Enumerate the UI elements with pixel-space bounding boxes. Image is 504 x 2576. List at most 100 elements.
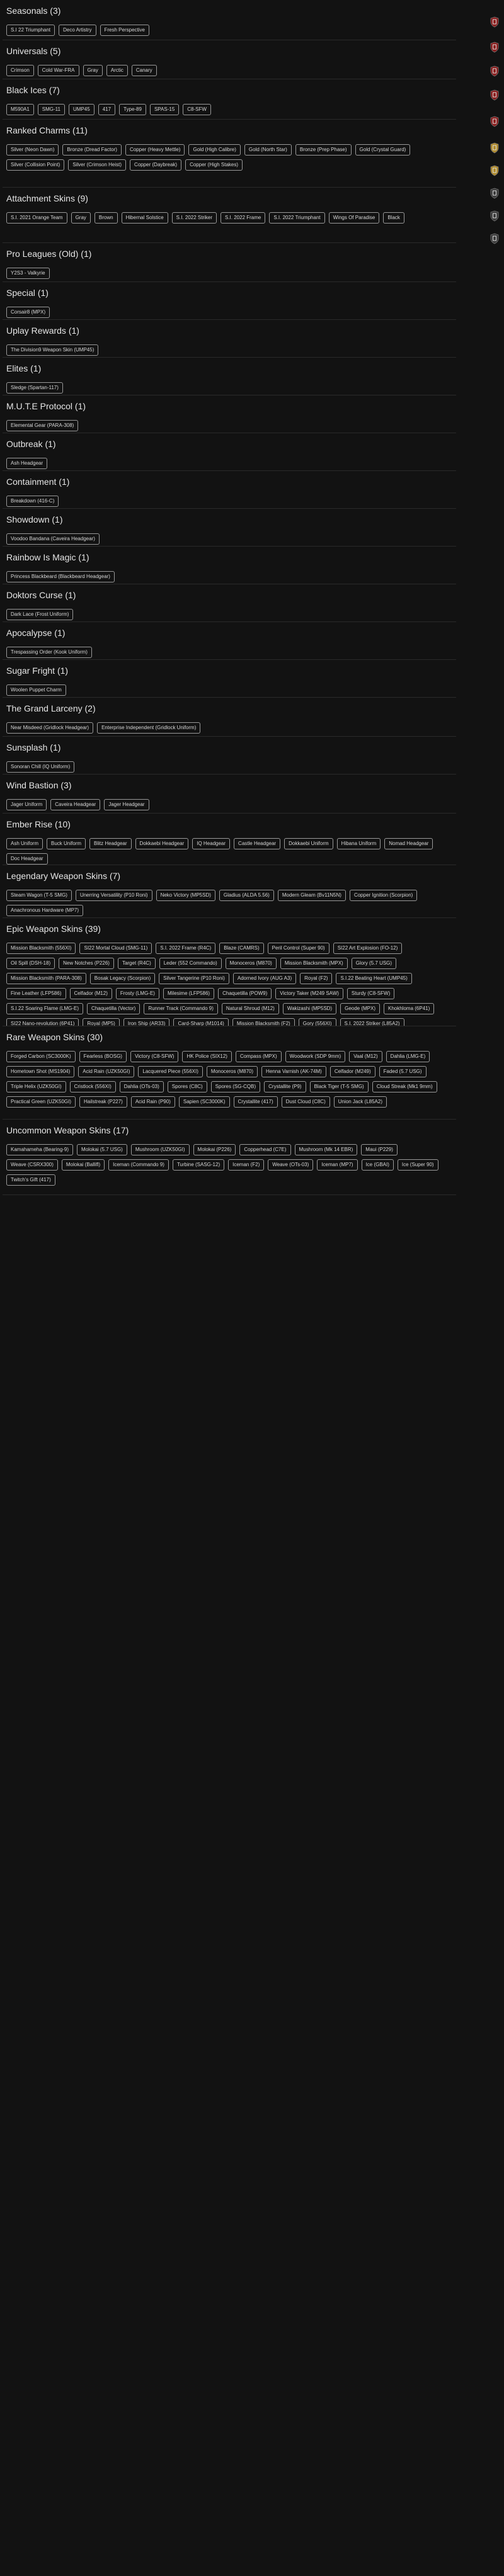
item-chip[interactable]: New Notches (P226) <box>59 958 114 969</box>
item-chip[interactable]: Iceman (Commando 9) <box>108 1159 169 1171</box>
item-chip[interactable]: Celfador (M249) <box>329 1066 375 1077</box>
item-chip[interactable]: S.I. 2022 Frame (R4C) <box>156 943 216 954</box>
item-chip[interactable]: Crystallite (417) <box>233 1096 278 1108</box>
item-chip[interactable]: S.I.22 Beating Heart (UMP45) <box>336 973 412 984</box>
item-chip[interactable]: Gray <box>83 65 103 76</box>
section-title[interactable]: Rainbow Is Magic (1) <box>6 552 450 563</box>
badge-dark-icon[interactable] <box>490 210 499 222</box>
item-chip[interactable]: Nomad Headgear <box>384 838 433 849</box>
item-chip[interactable]: Enterprise Independent (Gridlock Uniform… <box>97 722 201 734</box>
badge-gold-icon[interactable] <box>490 165 499 176</box>
item-chip[interactable]: Ash Uniform <box>6 838 43 849</box>
item-chip[interactable]: Bosak Legacy (Scorpion) <box>89 973 156 984</box>
item-chip[interactable]: Dark Lace (Frost Uniform) <box>6 609 74 620</box>
item-chip[interactable]: UMP45 <box>69 104 94 115</box>
item-chip[interactable]: Dust Cloud (C8C) <box>281 1096 330 1108</box>
item-chip[interactable]: Princess Blackbeard (Blackbeard Headgear… <box>6 571 115 582</box>
item-chip[interactable]: Crystallite (P9) <box>264 1081 306 1092</box>
item-chip[interactable]: Arctic <box>106 65 128 76</box>
item-chip[interactable]: Ash Headgear <box>6 458 48 469</box>
item-chip[interactable]: Kamahameha (Bearing-9) <box>6 1144 74 1155</box>
item-chip[interactable]: Mission Blacksmith (MPX) <box>280 958 348 969</box>
item-chip[interactable]: Silver Tangerine (P10 Roni) <box>159 973 229 984</box>
item-chip[interactable]: Royal (F2) <box>300 973 333 984</box>
item-chip[interactable]: Woodwork (SDP 9mm) <box>285 1051 346 1062</box>
badge-red-icon[interactable] <box>490 65 499 77</box>
item-chip[interactable]: Corsair8 (MPX) <box>6 307 50 318</box>
item-chip[interactable]: Copper (Daybreak) <box>130 159 182 171</box>
item-chip[interactable]: Wings Of Paradise <box>328 212 380 224</box>
section-title[interactable]: Doktors Curse (1) <box>6 589 450 601</box>
item-chip[interactable]: Victory Taker (M249 SAW) <box>275 988 343 999</box>
item-chip[interactable]: SI22 Nano-revolution (6P41) <box>6 1018 79 1026</box>
item-chip[interactable]: SMG-11 <box>37 104 65 115</box>
item-chip[interactable]: S.I. 2021 Orange Team <box>6 212 67 224</box>
item-chip[interactable]: Caveira Headgear <box>50 799 101 810</box>
item-chip[interactable]: Type-89 <box>119 104 146 115</box>
item-chip[interactable]: Molokai (P226) <box>193 1144 236 1155</box>
item-chip[interactable]: Cold War-FRA <box>37 65 79 76</box>
section-title[interactable]: M.U.T.E Protocol (1) <box>6 400 450 412</box>
item-chip[interactable]: Copperhead (C7E) <box>239 1144 291 1155</box>
item-chip[interactable]: Y2S3 - Valkyrie <box>6 268 50 279</box>
badge-red-icon[interactable] <box>490 116 499 127</box>
item-chip[interactable]: Gory (556XI) <box>298 1018 336 1026</box>
item-chip[interactable]: Dahlia (OTs-03) <box>119 1081 164 1092</box>
item-chip[interactable]: Mission Blacksmith (F2) <box>232 1018 295 1026</box>
item-chip[interactable]: Castle Headgear <box>234 838 281 849</box>
item-chip[interactable]: Gold (Crystal Guard) <box>355 144 411 156</box>
badge-gold-icon[interactable] <box>490 142 499 154</box>
badge-dark-icon[interactable] <box>490 233 499 244</box>
section-title[interactable]: Seasonals (3) <box>6 5 450 16</box>
item-chip[interactable]: Jager Headgear <box>104 799 149 810</box>
item-chip[interactable]: 417 <box>98 104 116 115</box>
item-chip[interactable]: Compass (MPX) <box>235 1051 282 1062</box>
item-chip[interactable]: Royal (MP5) <box>83 1018 120 1026</box>
item-chip[interactable]: Woolen Puppet Charm <box>6 684 66 696</box>
item-chip[interactable]: Copper (High Stakes) <box>185 159 243 171</box>
section-title[interactable]: Uncommon Weapon Skins (17) <box>6 1125 450 1136</box>
item-chip[interactable]: S.I.22 Soaring Flame (LMG-E) <box>6 1003 84 1014</box>
item-chip[interactable]: Mission Blacksmith (556XI) <box>6 943 76 954</box>
item-chip[interactable]: Fresh Perspective <box>100 25 149 36</box>
item-chip[interactable]: Weave (OTs-03) <box>268 1159 314 1171</box>
item-chip[interactable]: Faded (5.7 USG) <box>379 1066 427 1077</box>
item-chip[interactable]: Mission Blacksmith (PARA-308) <box>6 973 86 984</box>
item-chip[interactable]: Blitz Headgear <box>89 838 132 849</box>
badge-dark-icon[interactable] <box>490 188 499 199</box>
item-chip[interactable]: Victory (C8-SFW) <box>130 1051 179 1062</box>
item-chip[interactable]: Silver (Neon Dawn) <box>6 144 59 156</box>
item-chip[interactable]: Unerring Versatility (P10 Roni) <box>75 890 152 901</box>
item-chip[interactable]: Monoceros (M870) <box>206 1066 258 1077</box>
item-chip[interactable]: M590A1 <box>6 104 34 115</box>
item-chip[interactable]: Mushroom (UZK50GI) <box>130 1144 190 1155</box>
item-chip[interactable]: Black <box>383 212 404 224</box>
item-chip[interactable]: Sapien (SC3000K) <box>178 1096 230 1108</box>
item-chip[interactable]: Triple Helix (UZK50GI) <box>6 1081 66 1092</box>
item-chip[interactable]: Wakizashi (MP5SD) <box>282 1003 337 1014</box>
item-chip[interactable]: HK Police (SIX12) <box>182 1051 232 1062</box>
item-chip[interactable]: Hibana Uniform <box>336 838 381 849</box>
item-chip[interactable]: Fearless (BOSG) <box>79 1051 127 1062</box>
item-chip[interactable]: Molokai (Ballifl) <box>61 1159 105 1171</box>
item-chip[interactable]: Dahlia (LMG-E) <box>386 1051 430 1062</box>
item-chip[interactable]: S.I. 2022 Triumphant <box>269 212 325 224</box>
item-chip[interactable]: Blaze (CAMRS) <box>219 943 264 954</box>
item-chip[interactable]: SI22 Mortal Cloud (SMG-11) <box>79 943 152 954</box>
item-chip[interactable]: Fine Leather (LFP586) <box>6 988 66 999</box>
section-title[interactable]: Ember Rise (10) <box>6 819 450 830</box>
item-chip[interactable]: C8-SFW <box>183 104 211 115</box>
item-chip[interactable]: Vaal (M12) <box>349 1051 382 1062</box>
section-title[interactable]: Rare Weapon Skins (30) <box>6 1031 450 1043</box>
item-chip[interactable]: IQ Headgear <box>192 838 231 849</box>
item-chip[interactable]: Black Tiger (T-5 SMG) <box>309 1081 369 1092</box>
item-chip[interactable]: Chaquetilla (POW9) <box>218 988 272 999</box>
item-chip[interactable]: Runner Track (Commando 9) <box>144 1003 218 1014</box>
item-chip[interactable]: Maui (P229) <box>361 1144 398 1155</box>
section-title[interactable]: Legendary Weapon Skins (7) <box>6 870 450 882</box>
item-chip[interactable]: Brown <box>94 212 118 224</box>
item-chip[interactable]: Ice (Super 90) <box>397 1159 438 1171</box>
item-chip[interactable]: Gold (High Calibre) <box>188 144 241 156</box>
item-chip[interactable]: Near Misdeed (Gridlock Headgear) <box>6 722 94 734</box>
item-chip[interactable]: Monoceros (M870) <box>225 958 277 969</box>
